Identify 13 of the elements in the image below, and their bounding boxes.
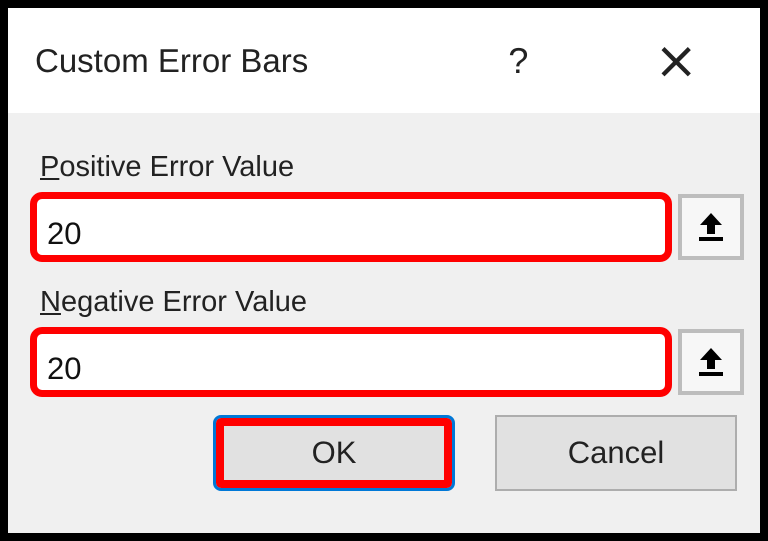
input-field[interactable]: 20 xyxy=(30,192,672,262)
window-title: Custom Error Bars xyxy=(35,42,310,80)
input-field[interactable]: 20 xyxy=(30,327,672,397)
collapse-button[interactable] xyxy=(678,329,744,395)
close-button[interactable]: × xyxy=(648,34,704,86)
cancel-button[interactable]: Cancel xyxy=(495,415,737,491)
upload-arrow-icon xyxy=(698,347,724,377)
upload-arrow-icon xyxy=(698,212,724,242)
field-label: Positive Error Value xyxy=(40,151,294,184)
field-label: Negative Error Value xyxy=(40,286,308,319)
ok-button[interactable]: OK xyxy=(213,415,455,491)
help-button[interactable]: ? xyxy=(508,40,528,82)
collapse-button[interactable] xyxy=(678,194,744,260)
